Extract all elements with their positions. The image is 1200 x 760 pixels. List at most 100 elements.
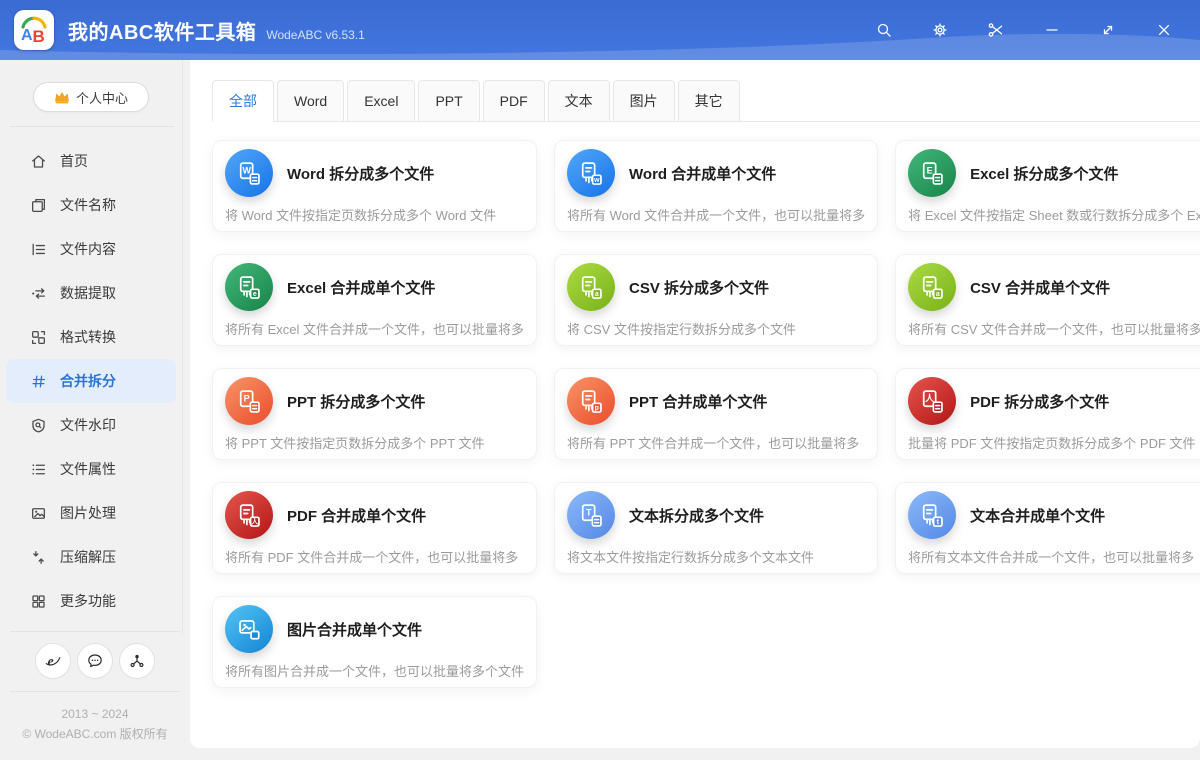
card-header: 人PDF 合并成单个文件 [225,491,524,539]
share-button[interactable] [119,643,155,679]
tool-card-2[interactable]: wWord 合并成单个文件将所有 Word 文件合并成一个文件，也可以批量将多 [554,140,878,232]
card-header: EExcel 拆分成多个文件 [908,149,1200,197]
tool-card-3[interactable]: EExcel 拆分成多个文件将 Excel 文件按指定 Sheet 数或行数拆分… [895,140,1200,232]
copyright-owner: © WodeABC.com 版权所有 [0,724,190,744]
card-description: 将所有 Excel 文件合并成一个文件，也可以批量将多 [225,319,524,338]
close-button[interactable] [1136,0,1192,60]
share-icon [128,652,146,670]
minimize-button[interactable] [1024,0,1080,60]
ppt-split-icon: P [225,377,273,425]
svg-text:w: w [593,177,600,184]
home-icon [30,153,47,170]
sidebar-item-label: 图片处理 [60,503,116,523]
pdf-merge-icon: 人 [225,491,273,539]
copyright: 2013 ~ 2024 © WodeABC.com 版权所有 [0,692,190,760]
card-description: 将 Word 文件按指定页数拆分成多个 Word 文件 [225,205,524,224]
main-content: 全部 Word Excel PPT PDF文本图片其它 WWord 拆分成多个文件将 W… [190,60,1200,748]
merge-split-icon [30,373,47,390]
card-title: 文本拆分成多个文件 [629,505,764,526]
scissors-icon [987,21,1005,39]
svg-text:e: e [252,291,256,298]
sidebar-item-label: 合并拆分 [60,371,116,391]
card-description: 将文本文件按指定行数拆分成多个文本文件 [567,547,865,566]
sidebar-item-11[interactable]: 更多功能 [6,579,176,623]
settings-button[interactable] [912,0,968,60]
sidebar-item-9[interactable]: 图片处理 [6,491,176,535]
sidebar-item-3[interactable]: 文件内容 [6,227,176,271]
resize-button[interactable] [1080,0,1136,60]
card-header: T文本拆分成多个文件 [567,491,865,539]
tab-Word[interactable]: Word [277,80,344,122]
compress-icon [30,549,47,566]
scissors-button[interactable] [968,0,1024,60]
sidebar-item-10[interactable]: 压缩解压 [6,535,176,579]
card-header: aCSV 拆分成多个文件 [567,263,865,311]
tool-card-1[interactable]: WWord 拆分成多个文件将 Word 文件按指定页数拆分成多个 Word 文件 [212,140,537,232]
sidebar-item-label: 文件内容 [60,239,116,259]
tab-Excel[interactable]: Excel [347,80,415,122]
card-description: 将 Excel 文件按指定 Sheet 数或行数拆分成多个 Exc [908,205,1200,224]
sidebar-item-6[interactable]: 合并拆分 [6,359,176,403]
tool-card-6[interactable]: aCSV 合并成单个文件将所有 CSV 文件合并成一个文件，也可以批量将多 [895,254,1200,346]
card-title: 文本合并成单个文件 [970,505,1105,526]
sidebar-divider [10,126,174,127]
crown-icon [54,90,70,104]
svg-text:a: a [594,291,598,298]
card-title: PPT 合并成单个文件 [629,391,767,412]
tool-card-5[interactable]: aCSV 拆分成多个文件将 CSV 文件按指定行数拆分成多个文件 [554,254,878,346]
tool-card-10[interactable]: 人PDF 合并成单个文件将所有 PDF 文件合并成一个文件，也可以批量将多 [212,482,537,574]
tab-其它[interactable]: 其它 [678,80,740,122]
ie-button[interactable]: e [35,643,71,679]
category-tabs: 全部 Word Excel PPT PDF文本图片其它 [212,80,1200,122]
sidebar-item-7[interactable]: 文件水印 [6,403,176,447]
search-button[interactable] [856,0,912,60]
sidebar-item-5[interactable]: 格式转换 [6,315,176,359]
csv-merge-icon: a [908,263,956,311]
chat-button[interactable] [77,643,113,679]
sidebar-item-label: 数据提取 [60,283,116,303]
tool-card-8[interactable]: pPPT 合并成单个文件将所有 PPT 文件合并成一个文件，也可以批量将多 [554,368,878,460]
sidebar-item-label: 压缩解压 [60,547,116,567]
svg-text:人: 人 [251,517,258,526]
sidebar: 个人中心 首页文件名称文件内容数据提取格式转换合并拆分文件水印文件属性图片处理压… [0,60,190,760]
search-icon [875,21,893,39]
tab-图片[interactable]: 图片 [613,80,675,122]
tab-全部[interactable]: 全部 [212,80,274,122]
more-features-icon [30,593,47,610]
tool-card-11[interactable]: T文本拆分成多个文件将文本文件按指定行数拆分成多个文本文件 [554,482,878,574]
tab-文本[interactable]: 文本 [548,80,610,122]
card-title: Excel 拆分成多个文件 [970,163,1118,184]
settings-icon [931,21,949,39]
sidebar-item-8[interactable]: 文件属性 [6,447,176,491]
card-description: 将所有 CSV 文件合并成一个文件，也可以批量将多 [908,319,1200,338]
sidebar-menu: 首页文件名称文件内容数据提取格式转换合并拆分文件水印文件属性图片处理压缩解压更多… [0,139,182,623]
app-title: 我的ABC软件工具箱 [68,16,256,45]
sidebar-item-1[interactable]: 首页 [6,139,176,183]
card-description: 将 CSV 文件按指定行数拆分成多个文件 [567,319,865,338]
tab-label: PPT [435,93,462,109]
tab-label: 全部 [229,91,257,111]
svg-text:e: e [48,653,54,668]
tab-label: Excel [364,93,398,109]
card-header: p PPT 合并成单个文件 [567,377,865,425]
tool-card-13[interactable]: 图片合并成单个文件将所有图片合并成一个文件，也可以批量将多个文件 [212,596,537,688]
minimize-icon [1043,21,1061,39]
word-split-icon: W [225,149,273,197]
sidebar-item-4[interactable]: 数据提取 [6,271,176,315]
tool-card-7[interactable]: PPPT 拆分成多个文件将 PPT 文件按指定页数拆分成多个 PPT 文件 [212,368,537,460]
sidebar-item-label: 格式转换 [60,327,116,347]
tab-PPT[interactable]: PPT [418,80,479,122]
tool-card-4[interactable]: eExcel 合并成单个文件将所有 Excel 文件合并成一个文件，也可以批量将… [212,254,537,346]
personal-center-button[interactable]: 个人中心 [33,82,149,112]
svg-text:P: P [243,393,249,403]
svg-text:B: B [33,27,45,46]
watermark-icon [30,417,47,434]
tab-PDF[interactable]: PDF [483,80,545,122]
tool-card-12[interactable]: t文本合并成单个文件将所有文本文件合并成一个文件，也可以批量将多 [895,482,1200,574]
sidebar-item-2[interactable]: 文件名称 [6,183,176,227]
card-description: 将所有 Word 文件合并成一个文件，也可以批量将多 [567,205,865,224]
svg-text:a: a [935,291,939,298]
ppt-merge-icon: p [567,377,615,425]
tool-card-9[interactable]: 人PDF 拆分成多个文件批量将 PDF 文件按指定页数拆分成多个 PDF 文件 [895,368,1200,460]
excel-merge-icon: e [225,263,273,311]
